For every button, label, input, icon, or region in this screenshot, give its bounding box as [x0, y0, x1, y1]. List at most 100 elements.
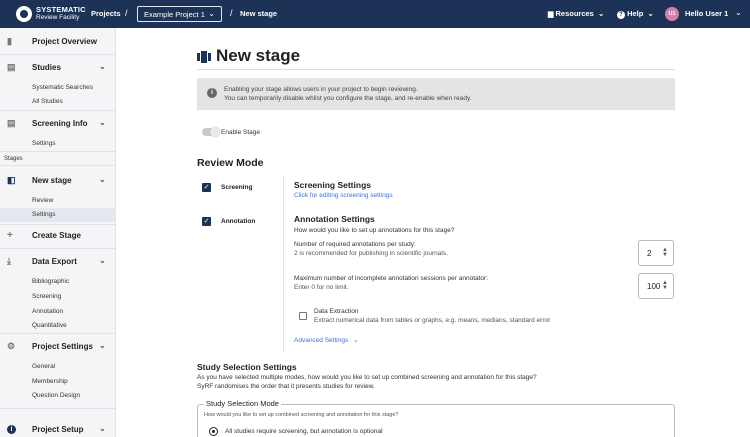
info-banner: i Enabling your stage allows users in yo… [197, 78, 675, 110]
avatar[interactable]: U1 [665, 7, 679, 21]
divider [0, 54, 116, 55]
chevron-down-icon[interactable]: ⌄ [735, 8, 742, 17]
sidebar: ▮ Project Overview ▤ Studies ⌄ Systemati… [0, 28, 116, 437]
incomplete-sessions-stepper[interactable]: 100 ▲ ▼ [638, 273, 674, 299]
screening-settings-link[interactable]: Click for editing screening settings [294, 192, 393, 199]
screening-doc-icon: ▤ [7, 118, 16, 128]
data-extraction-hint: Extract numerical data from tables or gr… [314, 317, 551, 324]
chevron-down-icon: ⌄ [353, 337, 359, 344]
plus-icon: + [7, 230, 13, 241]
divider [0, 165, 116, 166]
study-selection-heading: Study Selection Settings [197, 362, 297, 372]
breadcrumb-current-stage: New stage [240, 9, 278, 18]
sidebar-item-systematic-searches[interactable]: Systematic Searches [32, 84, 93, 91]
radio-all-screening-optional-annotation[interactable] [209, 427, 218, 436]
stepper-arrows-icon[interactable]: ▲ ▼ [662, 280, 668, 291]
sidebar-item-question-design[interactable]: Question Design [32, 392, 80, 399]
screening-settings-heading: Screening Settings [294, 180, 371, 190]
divider [0, 151, 116, 152]
document-icon: ▤ [7, 62, 16, 72]
divider [0, 408, 116, 409]
study-selection-line2: SyRF randomises the order that it presen… [197, 383, 375, 390]
advanced-settings-toggle[interactable]: Advanced Settings ⌄ [294, 336, 358, 344]
sidebar-item-export-screening[interactable]: Screening [32, 293, 61, 300]
chevron-down-icon: ⌄ [99, 424, 106, 433]
gear-icon: ⚙ [7, 341, 16, 351]
stages-heading: Stages [4, 156, 23, 162]
sidebar-item-label: Create Stage [32, 231, 81, 240]
enable-stage-label: Enable Stage [221, 129, 261, 136]
sidebar-item-label: Project Settings [32, 342, 93, 351]
top-navbar: SYSTEMATIC Review Facility Projects / Ex… [0, 0, 750, 28]
info-text-line2: You can temporarily disable whilst you c… [224, 95, 472, 102]
stage-icon [197, 51, 211, 63]
sidebar-item-review[interactable]: Review [32, 197, 53, 204]
required-annotations-hint: 2 is recommended for publishing in scien… [294, 250, 448, 257]
divider [0, 333, 116, 334]
study-selection-mode-legend: Study Selection Mode [204, 399, 281, 408]
required-annotations-value: 2 [647, 249, 652, 258]
sidebar-item-label: New stage [32, 176, 72, 185]
chevron-down-icon: ⌄ [99, 256, 106, 265]
radio-option-label[interactable]: All studies require screening, but annot… [225, 428, 383, 435]
resources-menu[interactable]: ▆ Resources ⌄ [548, 9, 604, 18]
chevron-down-icon: ⌄ [99, 341, 106, 350]
data-extraction-label: Data Extraction [314, 308, 359, 315]
chevron-down-icon: ⌄ [208, 9, 215, 18]
enable-stage-toggle[interactable] [202, 127, 220, 137]
logo-subtext[interactable]: Review Facility [36, 14, 79, 22]
sidebar-item-label: Project Setup [32, 425, 84, 434]
required-annotations-stepper[interactable]: 2 ▲ ▼ [638, 240, 674, 266]
help-menu[interactable]: ? Help ⌄ [617, 9, 654, 19]
divider [0, 110, 116, 111]
project-select[interactable]: Example Project 1 ⌄ [137, 6, 222, 22]
sidebar-item-quantitative[interactable]: Quantitative [32, 322, 67, 329]
sidebar-item-general[interactable]: General [32, 363, 55, 370]
screening-mode-label: Screening [221, 184, 253, 191]
chevron-down-icon: ⌄ [647, 9, 654, 18]
sidebar-active-highlight [0, 208, 116, 222]
help-icon: ? [617, 11, 625, 19]
sidebar-item-bibliographic[interactable]: Bibliographic [32, 278, 69, 285]
stage-icon: ◧ [7, 175, 16, 185]
screening-checkbox[interactable]: ✓ [202, 183, 211, 192]
breadcrumb-separator: / [230, 8, 233, 18]
info-text-line1: Enabling your stage allows users in your… [224, 86, 418, 93]
help-label: Help [627, 9, 644, 18]
sidebar-item-label: Screening Info [32, 119, 88, 128]
chevron-down-icon: ⌄ [99, 175, 106, 184]
user-menu[interactable]: Hello User 1 [685, 9, 728, 18]
sidebar-item-export-annotation[interactable]: Annotation [32, 308, 63, 315]
resources-label: Resources [555, 9, 594, 18]
annotation-checkbox[interactable]: ✓ [202, 217, 211, 226]
stepper-arrows-icon[interactable]: ▲ ▼ [662, 247, 668, 258]
sidebar-item-membership[interactable]: Membership [32, 378, 68, 385]
incomplete-sessions-value: 100 [647, 282, 661, 291]
annotation-mode-label: Annotation [221, 218, 256, 225]
sidebar-item-stage-settings[interactable]: Settings [32, 211, 56, 218]
chevron-down-icon: ⌄ [99, 118, 106, 127]
sidebar-item-label: Data Export [32, 257, 77, 266]
study-selection-line1: As you have selected multiple modes, how… [197, 374, 537, 381]
data-extraction-checkbox[interactable] [299, 312, 307, 320]
syrf-logo-icon[interactable] [16, 6, 32, 22]
divider [197, 69, 675, 70]
review-mode-heading: Review Mode [197, 157, 264, 169]
sidebar-item-all-studies[interactable]: All Studies [32, 98, 63, 105]
incomplete-sessions-hint: Enter 0 for no limit. [294, 284, 349, 291]
breadcrumb-separator: / [125, 8, 128, 18]
download-icon: ⤓ [7, 256, 11, 266]
divider [0, 224, 116, 225]
logo-text[interactable]: SYSTEMATIC [36, 6, 86, 14]
divider [0, 248, 116, 249]
info-icon: i [7, 425, 16, 434]
sidebar-item-label: Project Overview [32, 37, 97, 46]
info-icon: i [207, 88, 217, 98]
projects-link[interactable]: Projects [91, 9, 121, 18]
incomplete-sessions-label: Maximum number of incomplete annotation … [294, 275, 489, 282]
resources-icon: ▆ [548, 11, 554, 18]
page-title: New stage [216, 46, 301, 65]
sidebar-item-label: Studies [32, 63, 61, 72]
annotation-settings-heading: Annotation Settings [294, 214, 375, 224]
sidebar-item-screening-settings[interactable]: Settings [32, 140, 56, 147]
